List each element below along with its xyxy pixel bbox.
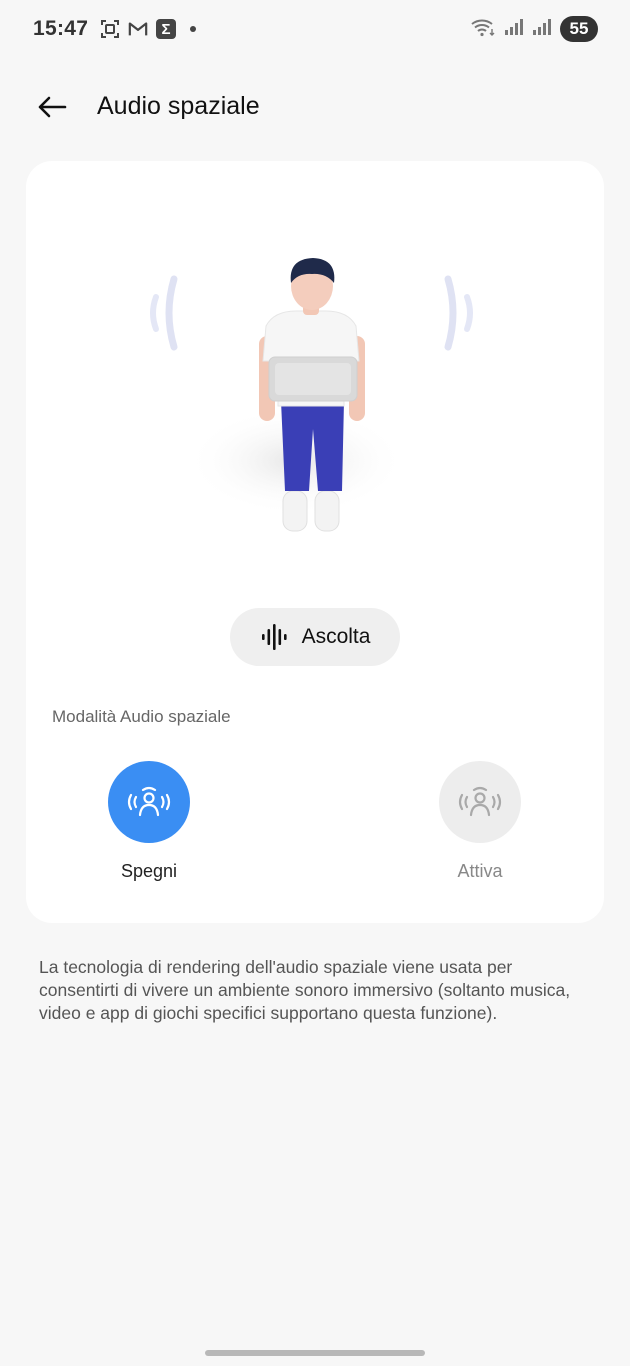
mode-label-off: Spegni (120, 861, 178, 881)
battery-indicator: 55 (560, 16, 598, 42)
wifi-icon (470, 17, 496, 42)
status-time: 15:47 (33, 17, 89, 40)
notification-dot-icon (190, 26, 196, 32)
mode-option-off[interactable]: Spegni (74, 761, 224, 882)
screenshot-icon (100, 19, 120, 39)
mode-circle-on (439, 761, 521, 843)
arrow-left-icon (38, 96, 67, 118)
spatial-audio-illustration (26, 161, 604, 581)
signal-icon (532, 18, 552, 41)
soundwave-icon (261, 624, 287, 650)
home-indicator[interactable] (205, 1350, 425, 1356)
spatial-audio-card: Ascolta Modalità Audio spaziale Spegni A… (26, 161, 604, 923)
app-header: Audio spaziale (0, 78, 630, 138)
status-icons-right: 55 (470, 16, 598, 42)
back-button[interactable] (30, 90, 74, 124)
sigma-app-icon: Σ (156, 19, 176, 39)
gmail-icon (128, 19, 148, 39)
mode-label-on: Attiva (457, 861, 503, 881)
sound-wave-right-icon (444, 275, 473, 351)
spatial-audio-icon (127, 786, 171, 817)
listen-button[interactable]: Ascolta (230, 608, 400, 666)
spatial-audio-icon (458, 786, 502, 817)
status-bar: 15:47 Σ 55 (0, 0, 630, 60)
sound-wave-left-icon (150, 275, 178, 351)
mode-option-on[interactable]: Attiva (405, 761, 555, 882)
status-icons-left: Σ (100, 19, 196, 39)
section-label: Modalità Audio spaziale (52, 707, 231, 726)
description-text: La tecnologia di rendering dell'audio sp… (39, 957, 571, 1023)
listen-label: Ascolta (301, 625, 371, 648)
page-title: Audio spaziale (97, 92, 260, 120)
mode-circle-off (108, 761, 190, 843)
signal-icon (504, 18, 524, 41)
